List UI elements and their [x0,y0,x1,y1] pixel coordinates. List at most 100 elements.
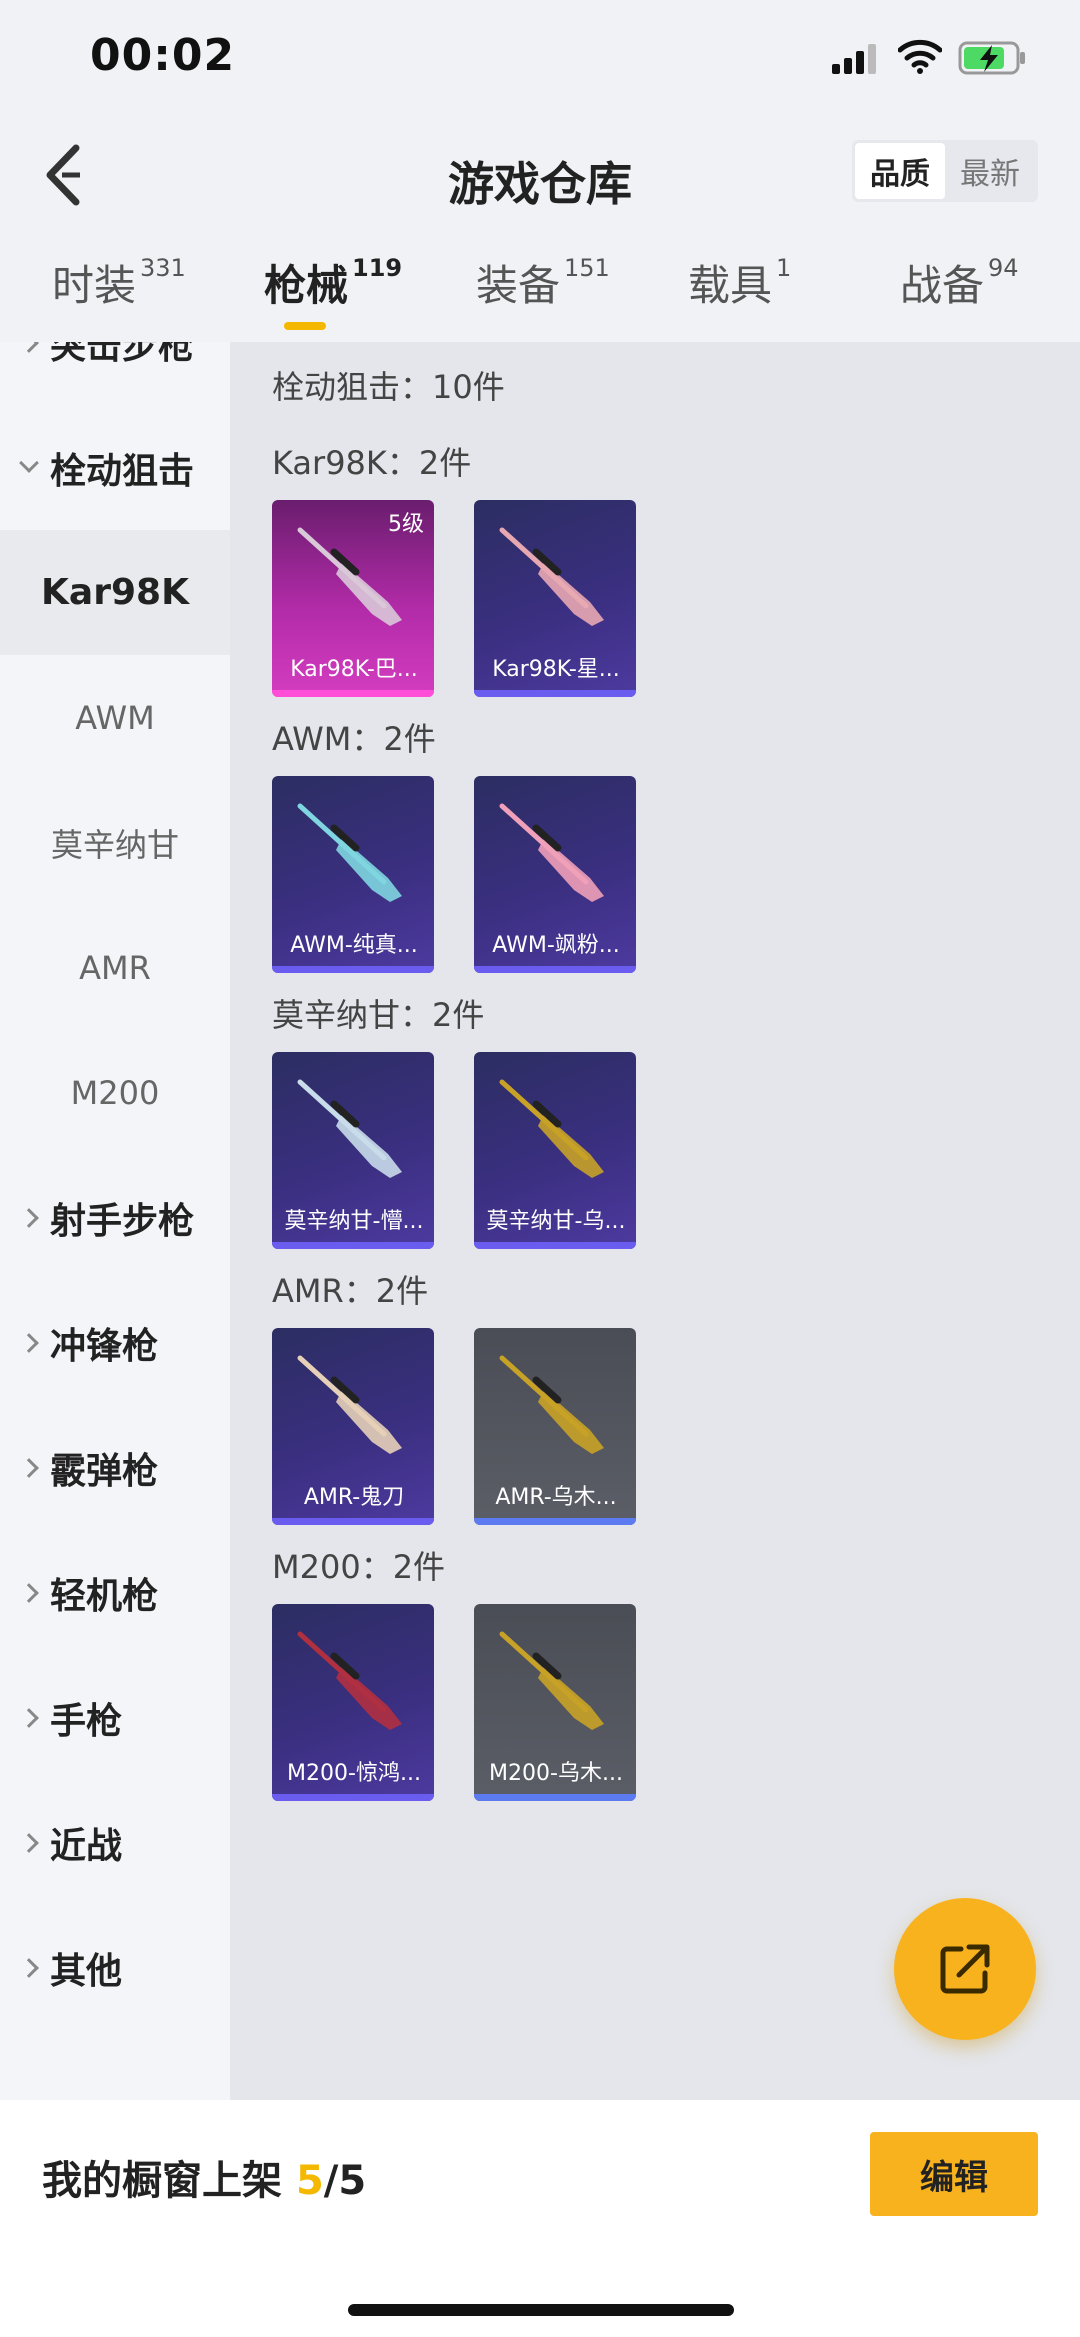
rarity-bar [272,1518,434,1525]
item-name: M200-惊鸿... [287,1761,421,1786]
chevron-right-icon [19,1207,39,1228]
item-card[interactable]: 莫辛纳甘-乌... [474,1052,636,1249]
sort-quality-button[interactable]: 品质 [855,143,945,199]
tab-equipment[interactable]: 装备 151 [476,252,610,313]
tab-guns[interactable]: 枪械 119 [264,252,402,313]
sidebar-subitem-awm[interactable]: AWM [0,655,230,780]
sidebar-subitem-kar98k[interactable]: Kar98K [0,530,230,655]
rarity-bar [272,1794,434,1801]
sidebar-item-smg[interactable]: 冲锋枪 [0,1280,230,1405]
group-title: AMR：2件 [272,1272,429,1310]
group-title: AWM：2件 [272,720,436,758]
rifle-icon [499,1079,604,1178]
rarity-bar [272,690,434,697]
item-name: AWM-纯真... [290,933,418,958]
rifle-icon [499,1631,604,1730]
chevron-right-icon [19,1332,39,1353]
rifle-icon [297,1631,402,1730]
chevron-right-icon [19,342,39,353]
sidebar-item-label: 冲锋枪 [50,1325,159,1367]
item-card[interactable]: AMR-鬼刀 [272,1328,434,1525]
header: 游戏仓库 品质 最新 [0,120,1080,240]
share-button[interactable] [894,1898,1036,2040]
chevron-right-icon [19,1457,39,1478]
chevron-down-icon [19,452,39,473]
rarity-bar [474,690,636,697]
sidebar-item-pistol[interactable]: 手枪 [0,1655,230,1780]
sidebar-item-melee[interactable]: 近战 [0,1780,230,1905]
sidebar-item-label: 突击步枪 [50,342,195,367]
item-name: AMR-鬼刀 [303,1485,405,1510]
tab-label: 枪械 [264,261,349,310]
item-card[interactable]: M200-惊鸿... [272,1604,434,1801]
sort-toggle: 品质 最新 [852,140,1038,202]
rifle-icon [499,803,604,902]
status-time: 00:02 [90,30,236,81]
item-card[interactable]: AMR-乌木... [474,1328,636,1525]
wifi-icon [898,39,942,74]
rarity-bar [474,1518,636,1525]
item-name: AWM-飒粉... [492,933,620,958]
sidebar-item-label: 轻机枪 [50,1575,159,1617]
content-summary: 栓动狙击：10件 [272,368,505,406]
tab-count: 119 [352,254,403,282]
tab-vehicles[interactable]: 载具 1 [688,252,791,313]
shelf-label: 我的橱窗上架 [42,2158,282,2204]
sidebar-item-label: 其他 [50,1950,123,1992]
item-name: 莫辛纳甘-乌... [486,1209,626,1234]
group-title: 莫辛纳甘：2件 [272,996,485,1034]
rifle-icon [499,1355,604,1454]
home-indicator [348,2304,734,2316]
sidebar-item-label: 手枪 [50,1700,123,1742]
item-card[interactable]: AWM-飒粉... [474,776,636,973]
rifle-icon [297,803,402,902]
item-card[interactable]: AWM-纯真... [272,776,434,973]
sidebar-item-bolt-sniper[interactable]: 栓动狙击 [0,405,230,530]
sidebar-item-shotgun[interactable]: 霰弹枪 [0,1405,230,1530]
sidebar-item-marksman-rifle[interactable]: 射手步枪 [0,1155,230,1280]
rifle-icon [297,1079,402,1178]
tab-fashion[interactable]: 时装 331 [52,252,186,313]
tab-battle-supplies[interactable]: 战备 94 [900,252,1019,313]
sidebar-item-assault-rifle[interactable]: 突击步枪 [0,342,230,405]
sidebar-item-label: 射手步枪 [50,1200,195,1242]
sidebar-subitem-m200[interactable]: M200 [0,1030,230,1155]
sidebar: 突击步枪 栓动狙击 Kar98K AWM 莫辛纳甘 AMR M200 射手步枪 … [0,342,230,2100]
signal-icon [832,44,876,74]
chevron-right-icon [19,1582,39,1603]
tab-count: 94 [988,254,1019,282]
sidebar-item-other[interactable]: 其他 [0,1905,230,2030]
sort-newest-button[interactable]: 最新 [945,143,1035,199]
sidebar-subitem-amr[interactable]: AMR [0,905,230,1030]
item-card[interactable]: 5级 Kar98K-巴... [272,500,434,697]
tab-label: 装备 [476,261,561,310]
category-tabs: 时装 331 枪械 119 装备 151 载具 1 战备 94 [0,252,1080,342]
chevron-right-icon [19,1957,39,1978]
tab-label: 战备 [900,261,985,310]
item-card[interactable]: 莫辛纳甘-懵... [272,1052,434,1249]
item-name: M200-乌木... [489,1761,623,1786]
sidebar-item-label: 栓动狙击 [50,450,195,492]
tab-count: 1 [776,254,792,282]
group-title: Kar98K：2件 [272,444,472,482]
rarity-bar [272,1242,434,1249]
status-bar: 00:02 [0,0,1080,120]
shelf-separator: / [323,2158,339,2204]
rifle-icon [499,527,604,626]
item-name: Kar98K-星... [492,657,620,682]
sidebar-subitem-mosin[interactable]: 莫辛纳甘 [0,780,230,905]
tab-label: 时装 [52,261,137,310]
item-card[interactable]: Kar98K-星... [474,500,636,697]
tab-label: 载具 [688,261,773,310]
item-name: AMR-乌木... [495,1485,617,1510]
inventory-content: 栓动狙击：10件 Kar98K：2件 5级 Kar98K-巴... Kar98K… [230,342,1080,2100]
edit-button[interactable]: 编辑 [870,2132,1038,2216]
rarity-bar [474,1794,636,1801]
shelf-status: 我的橱窗上架 5/5 [42,2148,366,2206]
shelf-total-count: 5 [338,2158,367,2204]
item-card[interactable]: M200-乌木... [474,1604,636,1801]
sidebar-item-lmg[interactable]: 轻机枪 [0,1530,230,1655]
shelf-used-count: 5 [295,2158,324,2204]
item-name: Kar98K-巴... [290,657,418,682]
battery-charging-icon [958,41,1025,75]
